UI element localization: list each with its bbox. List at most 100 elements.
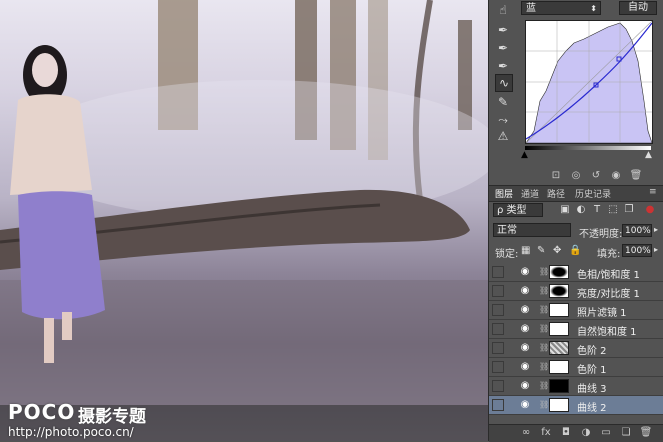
layer-kind-filter[interactable]: ρ 类型 <box>493 203 543 217</box>
visibility-icon[interactable]: ◎ <box>569 170 583 182</box>
opacity-arrow-icon[interactable]: ▸ <box>654 225 658 234</box>
eye-icon[interactable]: ◉ <box>519 361 531 373</box>
curves-graph[interactable] <box>525 20 653 144</box>
layer-row[interactable]: ◉ ⛓ 色阶 2 <box>489 339 663 358</box>
tab-history[interactable]: 历史记录 <box>575 187 611 200</box>
photo-canvas[interactable]: POCO 摄影专题 http://photo.poco.cn/ <box>0 0 488 441</box>
tab-layers[interactable]: 图层 <box>495 187 513 200</box>
fill-input[interactable]: 100% <box>622 244 652 257</box>
layer-mask-thumbnail[interactable] <box>549 360 569 374</box>
filter-adjustment-icon[interactable]: ◐ <box>575 204 587 216</box>
layer-visibility-toggle[interactable] <box>492 266 504 278</box>
layer-visibility-toggle[interactable] <box>492 323 504 335</box>
eyedropper-white-icon[interactable]: ✒ <box>495 58 511 74</box>
eyedropper-black-icon[interactable]: ✒ <box>495 22 511 38</box>
tab-channels[interactable]: 通道 <box>521 187 539 200</box>
lock-all-icon[interactable]: 🔒 <box>569 245 581 256</box>
filter-type-icon[interactable]: T <box>591 204 603 216</box>
filter-shape-icon[interactable]: ⬚ <box>607 204 619 216</box>
link-icon: ⛓ <box>539 286 550 295</box>
layer-mask-thumbnail[interactable] <box>549 379 569 393</box>
lock-transparency-icon[interactable]: ▦ <box>521 245 530 256</box>
adjustment-layer-icon[interactable]: ◑ <box>579 427 593 439</box>
filter-toggle-icon[interactable]: ● <box>644 204 656 216</box>
white-point-slider[interactable]: ▲ <box>645 150 652 160</box>
eye-icon[interactable]: ◉ <box>609 170 623 182</box>
tab-paths[interactable]: 路径 <box>547 187 565 200</box>
blend-row: 正常 不透明度: 100% ▸ <box>489 221 663 240</box>
layer-visibility-toggle[interactable] <box>492 304 504 316</box>
fill-arrow-icon[interactable]: ▸ <box>654 245 658 254</box>
eye-icon[interactable]: ◉ <box>519 323 531 335</box>
new-layer-icon[interactable]: ❏ <box>619 427 633 439</box>
gradient-ramp <box>525 146 651 150</box>
layer-mask-thumbnail[interactable] <box>549 341 569 355</box>
link-layers-icon[interactable]: ∞ <box>519 427 533 439</box>
target-adjust-icon[interactable]: ☝ <box>495 2 511 18</box>
lock-position-icon[interactable]: ✥ <box>553 245 561 256</box>
chevron-down-icon: ⬍ <box>590 4 597 13</box>
watermark-url: http://photo.poco.cn/ <box>8 425 134 439</box>
opacity-input[interactable]: 100% <box>622 224 652 237</box>
layer-filter-row: ρ 类型 ▣ ◐ T ⬚ ❐ ● <box>489 201 663 219</box>
forest-photo <box>0 0 488 405</box>
layer-visibility-toggle[interactable] <box>492 380 504 392</box>
blend-mode-dropdown[interactable]: 正常 <box>493 223 571 237</box>
layer-row-selected[interactable]: ◉ ⛓ 曲线 2 <box>489 396 663 415</box>
layer-row[interactable]: ◉ ⛓ 色阶 1 <box>489 358 663 377</box>
eye-icon[interactable]: ◉ <box>519 342 531 354</box>
panel-menu-icon[interactable]: ≡ <box>649 187 657 197</box>
layer-row[interactable]: ◉ ⛓ 自然饱和度 1 <box>489 320 663 339</box>
filter-pixel-icon[interactable]: ▣ <box>559 204 571 216</box>
fill-label: 填充: <box>597 249 621 260</box>
trash-icon[interactable]: 🗑 <box>639 427 653 439</box>
eye-icon[interactable]: ◉ <box>519 304 531 316</box>
watermark-subtitle: 摄影专题 <box>78 407 146 427</box>
layer-row[interactable]: ◉ ⛓ 色相/饱和度 1 <box>489 263 663 282</box>
trash-icon[interactable]: 🗑 <box>629 170 643 182</box>
eye-icon[interactable]: ◉ <box>519 380 531 392</box>
layer-mask-thumbnail[interactable] <box>549 398 569 412</box>
layers-list: ◉ ⛓ 色相/饱和度 1 ◉ ⛓ 亮度/对比度 1 ◉ ⛓ 照片滤镜 1 ◉ ⛓… <box>489 263 663 423</box>
link-icon: ⛓ <box>539 400 550 409</box>
layer-name: 色相/饱和度 1 <box>577 270 640 281</box>
layer-mask-thumbnail[interactable] <box>549 303 569 317</box>
layer-row[interactable]: ◉ ⛓ 照片滤镜 1 <box>489 301 663 320</box>
layer-row[interactable]: ◉ ⛓ 曲线 3 <box>489 377 663 396</box>
layer-mask-thumbnail[interactable] <box>549 322 569 336</box>
layer-name: 曲线 3 <box>577 384 607 395</box>
group-icon[interactable]: ▭ <box>599 427 613 439</box>
warning-icon[interactable]: ⚠ <box>495 128 511 144</box>
layer-mask-thumbnail[interactable] <box>549 265 569 279</box>
black-point-slider[interactable]: ▲ <box>521 150 528 160</box>
smooth-icon[interactable]: ⤳ <box>495 112 511 128</box>
pencil-icon[interactable]: ✎ <box>495 94 511 110</box>
clip-icon[interactable]: ⊡ <box>549 170 563 182</box>
eye-icon[interactable]: ◉ <box>519 285 531 297</box>
watermark-logo: POCO <box>8 400 76 424</box>
filter-smart-icon[interactable]: ❐ <box>623 204 635 216</box>
add-mask-icon[interactable]: ◘ <box>559 427 573 439</box>
layers-tab-bar: 图层 通道 路径 历史记录 ≡ <box>489 185 663 202</box>
eye-icon[interactable]: ◉ <box>519 266 531 278</box>
layer-mask-thumbnail[interactable] <box>549 284 569 298</box>
eyedropper-gray-icon[interactable]: ✒ <box>495 40 511 56</box>
link-icon: ⛓ <box>539 324 550 333</box>
layer-visibility-toggle[interactable] <box>492 342 504 354</box>
eye-icon[interactable]: ◉ <box>519 399 531 411</box>
layer-name: 曲线 2 <box>577 403 607 414</box>
lock-pixels-icon[interactable]: ✎ <box>537 245 545 256</box>
layer-name: 照片滤镜 1 <box>577 308 627 319</box>
reset-icon[interactable]: ↺ <box>589 170 603 182</box>
curve-point-icon[interactable]: ∿ <box>495 74 513 92</box>
auto-button[interactable]: 自动 <box>619 1 657 15</box>
lock-row: 锁定: ▦ ✎ ✥ 🔒 填充: 100% ▸ <box>489 241 663 260</box>
fx-icon[interactable]: fx <box>539 427 553 439</box>
channel-dropdown[interactable]: 蓝 ⬍ <box>521 1 601 15</box>
layer-row[interactable]: ◉ ⛓ 亮度/对比度 1 <box>489 282 663 301</box>
layer-visibility-toggle[interactable] <box>492 399 504 411</box>
layer-visibility-toggle[interactable] <box>492 361 504 373</box>
layers-footer: ∞ fx ◘ ◑ ▭ ❏ 🗑 <box>489 424 663 442</box>
curves-footer-icons: ⊡ ◎ ↺ ◉ 🗑 <box>549 170 649 184</box>
layer-visibility-toggle[interactable] <box>492 285 504 297</box>
